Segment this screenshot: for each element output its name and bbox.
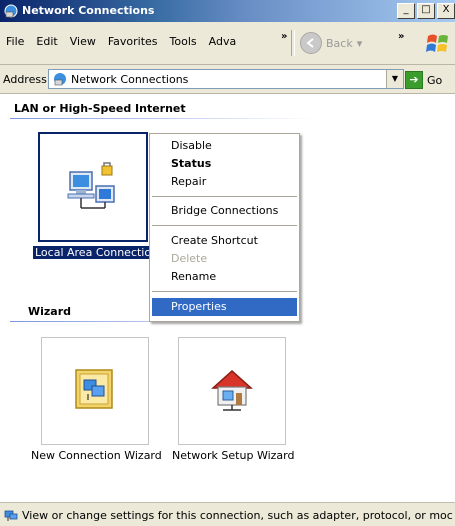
address-dropdown-icon[interactable]: ▼: [386, 70, 403, 88]
network-connections-icon: [54, 73, 66, 86]
address-bar: Address Network Connections ▼ ➔ Go: [0, 65, 455, 94]
menu-separator: [152, 225, 297, 226]
network-connections-icon: [4, 4, 18, 18]
new-connection-wizard-item[interactable]: [41, 337, 149, 445]
menu-item-bridge-connections-label: Bridge Connections: [171, 204, 279, 217]
menu-overflow-chevron[interactable]: »: [281, 31, 287, 42]
menu-item-bridge-connections[interactable]: Bridge Connections: [152, 202, 297, 220]
go-arrow-icon: ➔: [405, 71, 423, 89]
back-arrow-icon: [300, 32, 322, 54]
menu-item-disable-label: Disable: [171, 139, 212, 152]
menu-item-status-label: Status: [171, 157, 212, 170]
network-connection-status-icon: [4, 510, 18, 521]
toolbar-separator: [291, 30, 295, 56]
new-connection-wizard-icon: [75, 369, 113, 409]
new-connection-wizard-label[interactable]: New Connection Wizard: [31, 449, 162, 462]
back-label: Back: [326, 36, 353, 50]
go-label: Go: [427, 73, 443, 87]
menu-item-delete: Delete: [152, 250, 297, 268]
menu-file[interactable]: File: [0, 35, 30, 48]
group-header-lan: LAN or High-Speed Internet: [14, 102, 186, 115]
menu-item-properties[interactable]: Properties: [152, 298, 297, 316]
address-input[interactable]: Network Connections ▼: [48, 69, 404, 89]
menu-item-create-shortcut[interactable]: Create Shortcut: [152, 232, 297, 250]
menu-edit[interactable]: Edit: [30, 35, 63, 48]
menu-advanced[interactable]: Adva: [203, 35, 243, 48]
status-bar: View or change settings for this connect…: [0, 502, 455, 526]
maximize-button[interactable]: □: [417, 3, 435, 19]
menu-view[interactable]: View: [64, 35, 102, 48]
address-label: Address: [3, 73, 47, 86]
close-button[interactable]: X: [437, 3, 455, 19]
group-divider: [10, 118, 315, 119]
menu-item-create-shortcut-label: Create Shortcut: [171, 234, 258, 247]
toolbar-overflow-chevron[interactable]: »: [398, 31, 404, 42]
back-dropdown-icon[interactable]: ▾: [357, 37, 363, 50]
window-title: Network Connections: [22, 4, 155, 17]
menu-item-repair-label: Repair: [171, 175, 207, 188]
title-bar[interactable]: Network Connections _ □ X: [0, 0, 455, 22]
group-header-wizard: Wizard: [28, 305, 72, 318]
local-area-connection-label[interactable]: Local Area Connectio: [33, 246, 154, 259]
menu-item-delete-label: Delete: [171, 252, 208, 265]
menu-item-rename[interactable]: Rename: [152, 268, 297, 286]
back-button[interactable]: Back ▾: [300, 32, 362, 54]
home-network-icon: [211, 369, 253, 411]
address-value: Network Connections: [71, 73, 189, 86]
network-setup-wizard-item[interactable]: [178, 337, 286, 445]
menu-separator: [152, 196, 297, 197]
status-text: View or change settings for this connect…: [22, 509, 453, 522]
menu-tools[interactable]: Tools: [164, 35, 203, 48]
context-menu: Disable Status Repair Bridge Connections…: [149, 133, 300, 322]
menu-item-rename-label: Rename: [171, 270, 217, 283]
menu-favorites[interactable]: Favorites: [102, 35, 164, 48]
menu-bar: File Edit View Favorites Tools Adva » Ba…: [0, 22, 455, 65]
menu-item-repair[interactable]: Repair: [152, 173, 297, 191]
minimize-button[interactable]: _: [397, 3, 415, 19]
go-button[interactable]: ➔ Go: [405, 71, 442, 89]
menu-item-disable[interactable]: Disable: [152, 137, 297, 155]
menu-separator: [152, 291, 297, 292]
menu-item-status[interactable]: Status: [152, 155, 297, 173]
local-area-connection-item[interactable]: [38, 132, 148, 242]
menu-item-properties-label: Properties: [171, 300, 227, 313]
local-area-connection-icon: [67, 162, 115, 209]
windows-logo-icon: [426, 34, 448, 52]
network-setup-wizard-label[interactable]: Network Setup Wizard: [172, 449, 294, 462]
